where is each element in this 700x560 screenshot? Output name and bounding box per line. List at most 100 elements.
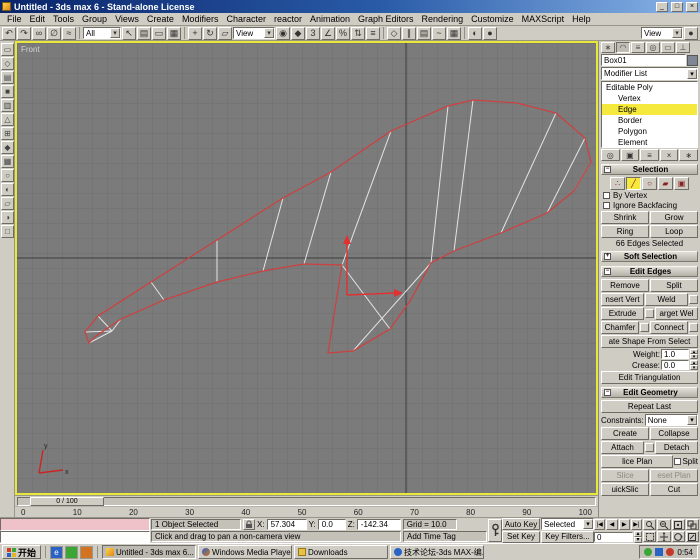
render-scene-icon[interactable]: ● bbox=[483, 27, 497, 40]
tray-icon[interactable] bbox=[644, 548, 652, 556]
edge-icon[interactable]: ╱ bbox=[626, 177, 641, 190]
shrink-button[interactable]: Shrink bbox=[601, 211, 649, 224]
move-icon[interactable]: + bbox=[188, 27, 202, 40]
redo-icon[interactable]: ↷ bbox=[17, 27, 31, 40]
extrude-settings-button[interactable] bbox=[645, 309, 654, 318]
left-tool-icon[interactable]: ▦ bbox=[1, 155, 14, 168]
select-link-icon[interactable]: ∞ bbox=[32, 27, 46, 40]
left-tool-icon[interactable]: ▭ bbox=[1, 43, 14, 56]
menu-item[interactable]: Create bbox=[143, 14, 178, 24]
pin-stack-icon[interactable]: ◎ bbox=[601, 149, 620, 161]
scale-icon[interactable]: ▱ bbox=[218, 27, 232, 40]
menu-item[interactable]: Group bbox=[78, 14, 111, 24]
snap-spinner-icon[interactable]: ⇅ bbox=[351, 27, 365, 40]
tray-icon[interactable] bbox=[655, 548, 663, 556]
min-max-toggle-icon[interactable] bbox=[686, 531, 699, 542]
stack-item-edge[interactable]: Edge bbox=[602, 104, 697, 115]
zoom-icon[interactable] bbox=[643, 519, 656, 530]
weld-settings-button[interactable] bbox=[689, 295, 698, 304]
left-tool-icon[interactable]: ▤ bbox=[1, 71, 14, 84]
maximize-button[interactable]: □ bbox=[671, 2, 683, 12]
spinner-down-icon[interactable]: ▾ bbox=[634, 537, 642, 543]
selection-lock-icon[interactable] bbox=[243, 519, 255, 530]
quick-launch-browser-icon[interactable]: e bbox=[50, 546, 63, 559]
curve-editor-icon[interactable]: ~ bbox=[432, 27, 446, 40]
arc-rotate-icon[interactable] bbox=[672, 531, 685, 542]
tab-display-icon[interactable]: ▭ bbox=[661, 42, 675, 53]
edit-triangulation-button[interactable]: Edit Triangulation bbox=[601, 371, 698, 384]
set-key-button[interactable]: Set Key bbox=[502, 531, 540, 543]
ring-button[interactable]: Ring bbox=[601, 225, 649, 238]
slice-button[interactable]: Slice bbox=[601, 469, 649, 482]
close-button[interactable]: × bbox=[686, 2, 698, 12]
rollout-selection[interactable]: − Selection bbox=[601, 164, 698, 175]
menu-item[interactable]: Animation bbox=[306, 14, 354, 24]
tab-modify-icon[interactable]: ◠ bbox=[616, 42, 630, 53]
zoom-all-icon[interactable] bbox=[657, 519, 670, 530]
left-tool-icon[interactable]: ◆ bbox=[1, 141, 14, 154]
pan-icon[interactable] bbox=[657, 531, 670, 542]
remove-modifier-icon[interactable]: × bbox=[660, 149, 679, 161]
bind-spacewarp-icon[interactable]: ≈ bbox=[62, 27, 76, 40]
ignore-backfacing-checkbox[interactable] bbox=[603, 202, 610, 209]
remove-button[interactable]: Remove bbox=[601, 279, 649, 292]
selection-filter-dropdown[interactable]: All ▾ bbox=[83, 27, 121, 39]
material-editor-icon[interactable]: ◐ bbox=[468, 27, 482, 40]
pivot-center-icon[interactable]: ◉ bbox=[276, 27, 290, 40]
viewport-front[interactable]: x y Front bbox=[15, 41, 598, 495]
connect-button[interactable]: Connect bbox=[650, 321, 688, 334]
left-tool-icon[interactable]: ▱ bbox=[1, 197, 14, 210]
coord-system-dropdown[interactable]: View ▾ bbox=[233, 27, 275, 39]
loop-button[interactable]: Loop bbox=[650, 225, 698, 238]
rollout-edit-geometry[interactable]: − Edit Geometry bbox=[601, 387, 698, 398]
stack-item-editable-poly[interactable]: Editable Poly bbox=[602, 82, 697, 93]
connect-settings-button[interactable] bbox=[689, 323, 698, 332]
time-slider-button[interactable]: 0 / 100 bbox=[30, 497, 104, 506]
left-tool-icon[interactable]: ⊞ bbox=[1, 127, 14, 140]
tab-motion-icon[interactable]: ◎ bbox=[646, 42, 660, 53]
render-type-dropdown[interactable]: View ▾ bbox=[641, 27, 683, 39]
go-to-end-icon[interactable]: ▶| bbox=[631, 519, 642, 530]
auto-key-button[interactable]: Auto Key bbox=[502, 518, 540, 530]
menu-item[interactable]: Tools bbox=[49, 14, 78, 24]
left-tool-icon[interactable]: ◇ bbox=[1, 57, 14, 70]
polygon-icon[interactable]: ▰ bbox=[658, 177, 673, 190]
stack-item-border[interactable]: Border bbox=[602, 115, 697, 126]
crease-field[interactable]: 0.0 bbox=[661, 360, 689, 370]
viewport-label[interactable]: Front bbox=[21, 45, 40, 54]
left-tool-icon[interactable]: ◐ bbox=[1, 183, 14, 196]
target-weld-button[interactable]: arget Wel bbox=[655, 307, 698, 320]
attach-settings-button[interactable] bbox=[645, 443, 654, 452]
object-color-swatch[interactable] bbox=[687, 55, 698, 66]
minimize-button[interactable]: _ bbox=[656, 2, 668, 12]
insert-vertex-button[interactable]: nsert Vert bbox=[601, 293, 644, 306]
stack-item-element[interactable]: Element bbox=[602, 137, 697, 148]
snap-percent-icon[interactable]: % bbox=[336, 27, 350, 40]
taskbar-task-downloads[interactable]: Downloads bbox=[294, 545, 388, 559]
rollout-edit-edges[interactable]: − Edit Edges bbox=[601, 266, 698, 277]
stack-item-vertex[interactable]: Vertex bbox=[602, 93, 697, 104]
show-end-result-icon[interactable]: ▣ bbox=[621, 149, 640, 161]
collapse-button[interactable]: Collapse bbox=[650, 427, 698, 440]
listener-script-line[interactable] bbox=[0, 531, 150, 544]
menu-item[interactable]: Edit bbox=[26, 14, 50, 24]
left-tool-icon[interactable]: ▥ bbox=[1, 99, 14, 112]
weight-field[interactable]: 1.0 bbox=[661, 349, 689, 359]
undo-icon[interactable]: ↶ bbox=[2, 27, 16, 40]
quick-launch-desktop-icon[interactable] bbox=[65, 546, 78, 559]
create-button[interactable]: Create bbox=[601, 427, 649, 440]
listener-macro-line[interactable] bbox=[0, 518, 150, 531]
zoom-extents-all-icon[interactable] bbox=[686, 519, 699, 530]
crease-spinner[interactable]: ▴▾ bbox=[690, 360, 698, 370]
by-vertex-checkbox[interactable] bbox=[603, 192, 610, 199]
reset-plane-button[interactable]: eset Plan bbox=[650, 469, 698, 482]
left-tool-icon[interactable]: ◑ bbox=[1, 211, 14, 224]
current-frame-field[interactable]: 0 bbox=[594, 532, 633, 542]
detach-button[interactable]: Detach bbox=[655, 441, 698, 454]
left-tool-icon[interactable]: ○ bbox=[1, 169, 14, 182]
tab-hierarchy-icon[interactable]: ≡ bbox=[631, 42, 645, 53]
make-unique-icon[interactable]: ≡ bbox=[640, 149, 659, 161]
menu-item[interactable]: Graph Editors bbox=[354, 14, 418, 24]
quick-render-icon[interactable]: ● bbox=[684, 27, 698, 40]
previous-frame-icon[interactable]: ◀ bbox=[606, 519, 617, 530]
